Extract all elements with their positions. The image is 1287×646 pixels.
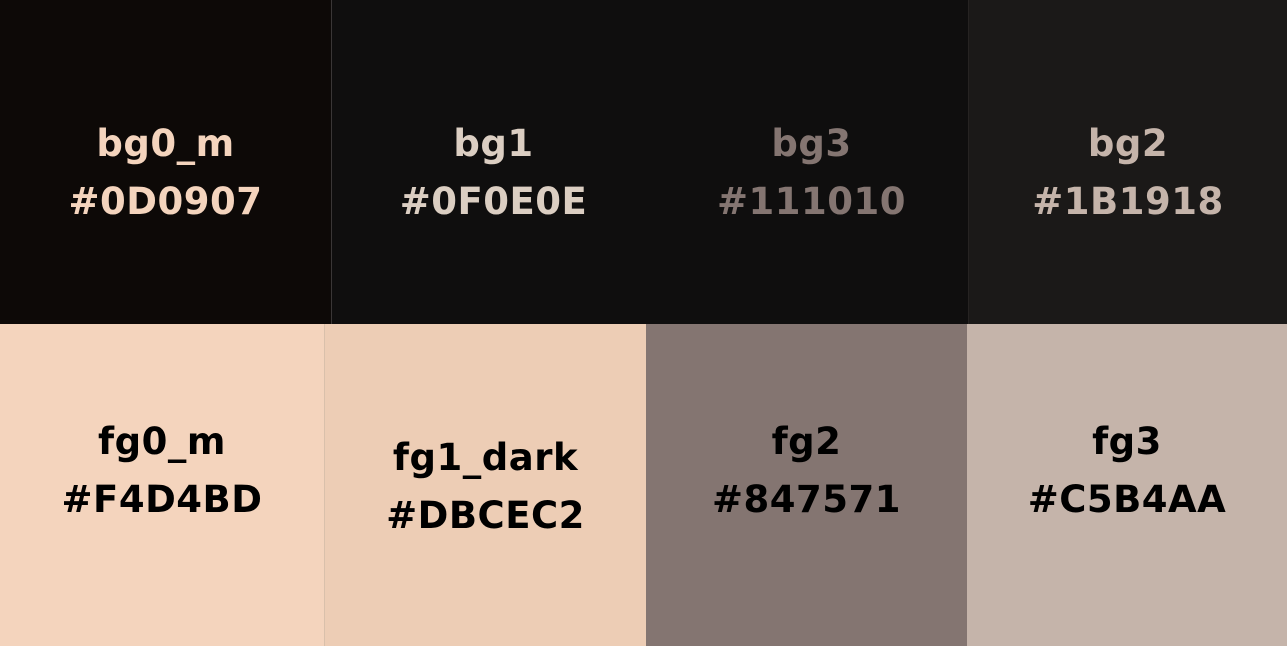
swatch-name: bg2: [1087, 121, 1169, 165]
swatch-name: fg2: [771, 420, 842, 463]
swatch-bg2: bg2 #1B1918: [968, 0, 1287, 324]
swatch-hex: #C5B4AA: [1027, 478, 1227, 521]
swatch-bg3: bg3 #111010: [655, 0, 968, 324]
swatch-fg0-m: fg0_m #F4D4BD: [0, 324, 324, 646]
swatch-fg1-dark: fg1_dark #DBCEC2: [324, 324, 646, 646]
swatch-hex: #1B1918: [1032, 179, 1224, 223]
swatch-bg1: bg1 #0F0E0E: [331, 0, 655, 324]
color-palette: bg0_m #0D0907 bg1 #0F0E0E bg3 #111010 bg…: [0, 0, 1287, 646]
swatch-name: fg0_m: [98, 420, 226, 463]
swatch-name: fg1_dark: [392, 436, 579, 479]
swatch-hex: #0D0907: [68, 179, 263, 223]
swatch-hex: #111010: [717, 179, 906, 223]
swatch-hex: #F4D4BD: [61, 478, 263, 521]
swatch-hex: #DBCEC2: [386, 494, 585, 537]
swatch-hex: #0F0E0E: [399, 179, 588, 223]
swatch-fg3: fg3 #C5B4AA: [967, 324, 1287, 646]
swatch-name: bg3: [771, 121, 852, 165]
swatch-fg2: fg2 #847571: [646, 324, 967, 646]
swatch-name: fg3: [1092, 420, 1162, 463]
swatch-bg0-m: bg0_m #0D0907: [0, 0, 331, 324]
swatch-hex: #847571: [712, 478, 901, 521]
swatch-name: bg1: [453, 121, 534, 165]
swatch-name: bg0_m: [96, 121, 235, 165]
